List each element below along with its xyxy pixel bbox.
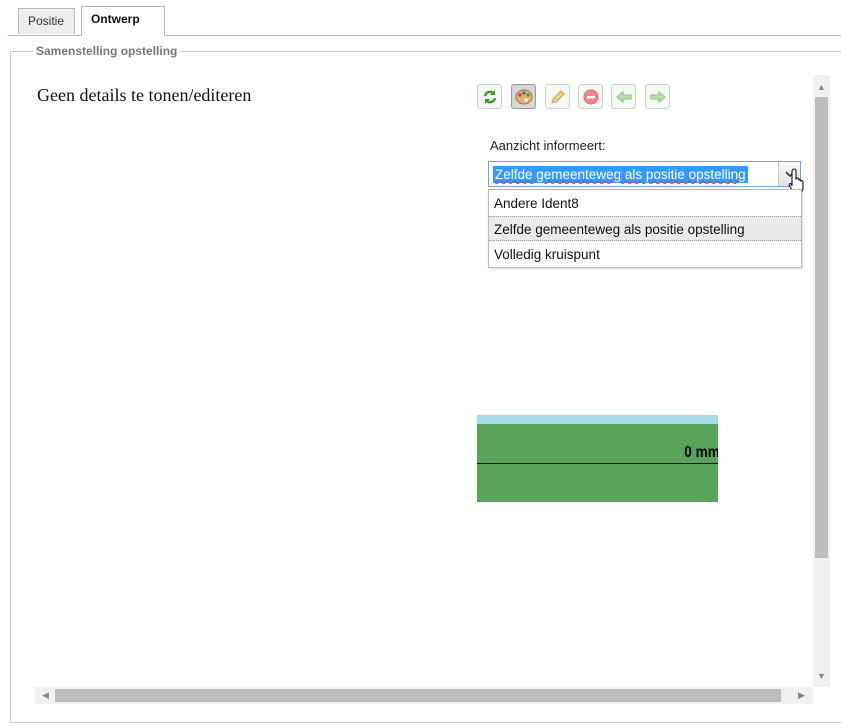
view-options-list: Andere Ident8 Zelfde gemeenteweg als pos…: [488, 189, 802, 268]
tab-ontwerp[interactable]: Ontwerp: [81, 6, 165, 36]
delete-icon: [583, 89, 598, 104]
option-andere-ident8[interactable]: Andere Ident8: [489, 191, 801, 216]
refresh-button[interactable]: [477, 84, 502, 109]
scroll-up-arrow-icon[interactable]: ▲: [813, 78, 830, 95]
delete-button[interactable]: [578, 84, 603, 109]
vertical-scrollbar[interactable]: ▲ ▼: [813, 75, 830, 687]
vertical-scroll-thumb[interactable]: [815, 97, 828, 558]
option-zelfde-gemeenteweg[interactable]: Zelfde gemeenteweg als positie opstellin…: [489, 216, 801, 241]
ground-line: [477, 463, 718, 464]
tab-bar: Positie Ontwerp: [0, 0, 841, 36]
scroll-down-arrow-icon[interactable]: ▼: [813, 667, 830, 684]
palette-button[interactable]: [511, 84, 536, 109]
combo-selected-value[interactable]: Zelfde gemeenteweg als positie opstellin…: [493, 166, 748, 183]
measure-label: 0 mm: [684, 444, 718, 461]
pencil-icon: [550, 89, 565, 104]
horizontal-scroll-thumb[interactable]: [55, 689, 781, 702]
view-combobox[interactable]: Zelfde gemeenteweg als positie opstellin…: [488, 161, 801, 187]
next-button[interactable]: [645, 84, 670, 109]
edit-button[interactable]: [545, 84, 570, 109]
arrow-left-icon: [615, 90, 631, 103]
scroll-left-arrow-icon[interactable]: ◀: [37, 687, 54, 704]
fieldset-legend: Samenstelling opstelling: [33, 44, 181, 58]
no-details-message: Geen details te tonen/editeren: [37, 85, 252, 105]
scroll-right-arrow-icon[interactable]: ▶: [793, 687, 810, 704]
tab-positie[interactable]: Positie: [18, 8, 75, 34]
option-volledig-kruispunt[interactable]: Volledig kruispunt: [489, 242, 801, 267]
opstelling-graphic: 0 mm: [477, 415, 718, 502]
previous-button[interactable]: [611, 84, 636, 109]
horizontal-scrollbar[interactable]: ◀ ▶: [35, 687, 813, 704]
refresh-icon: [483, 89, 496, 104]
palette-icon: [515, 89, 532, 104]
sky-band: [477, 415, 718, 424]
view-label: Aanzicht informeert:: [490, 138, 606, 153]
arrow-right-icon: [650, 90, 666, 103]
